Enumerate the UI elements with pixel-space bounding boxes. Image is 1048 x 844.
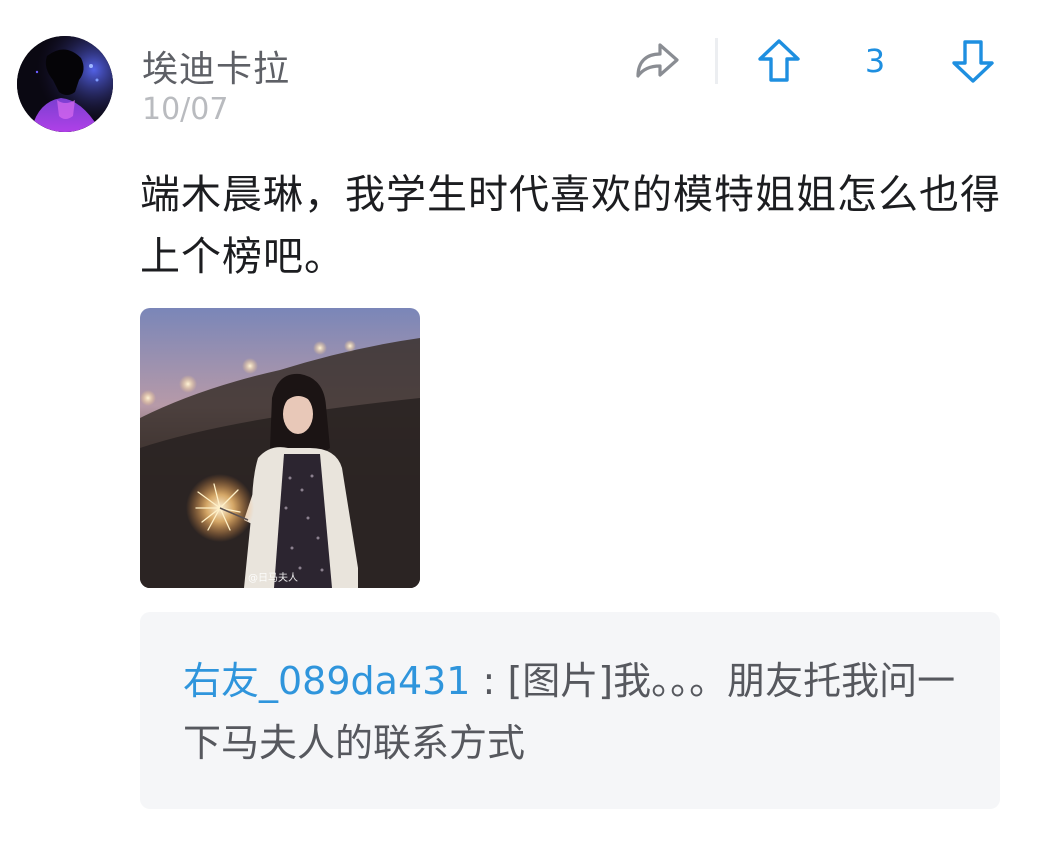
author-name[interactable]: 埃迪卡拉 <box>142 40 290 92</box>
post-card: 埃迪卡拉 10/07 3 端木晨琳，我学生时代喜欢的模特姐姐怎么也得上个榜吧。 <box>0 0 1048 844</box>
comment-preview[interactable]: 右友_089da431 : [图片]我。。。朋友托我问一下马夫人的联系方式 <box>140 612 1000 809</box>
vote-count: 3 <box>864 42 886 80</box>
post-text: 端木晨琳，我学生时代喜欢的模特姐姐怎么也得上个榜吧。 <box>140 172 1001 280</box>
post-date: 10/07 <box>142 92 229 127</box>
post-image[interactable]: @日马夫人 <box>140 308 420 588</box>
share-arrow-icon <box>636 43 679 78</box>
share-button[interactable] <box>632 38 682 84</box>
image-watermark: @日马夫人 <box>248 573 298 584</box>
upvote-button[interactable] <box>755 37 803 85</box>
comment-username[interactable]: 右友_089da431 <box>183 659 470 703</box>
comment-content: 右友_089da431 : [图片]我。。。朋友托我问一下马夫人的联系方式 <box>183 650 973 774</box>
comment-separator: : <box>470 659 508 703</box>
author-avatar[interactable] <box>17 36 113 132</box>
downvote-button[interactable] <box>949 37 997 85</box>
arrow-up-icon <box>758 39 800 82</box>
arrow-down-icon <box>952 40 994 83</box>
actions-divider <box>715 38 718 84</box>
